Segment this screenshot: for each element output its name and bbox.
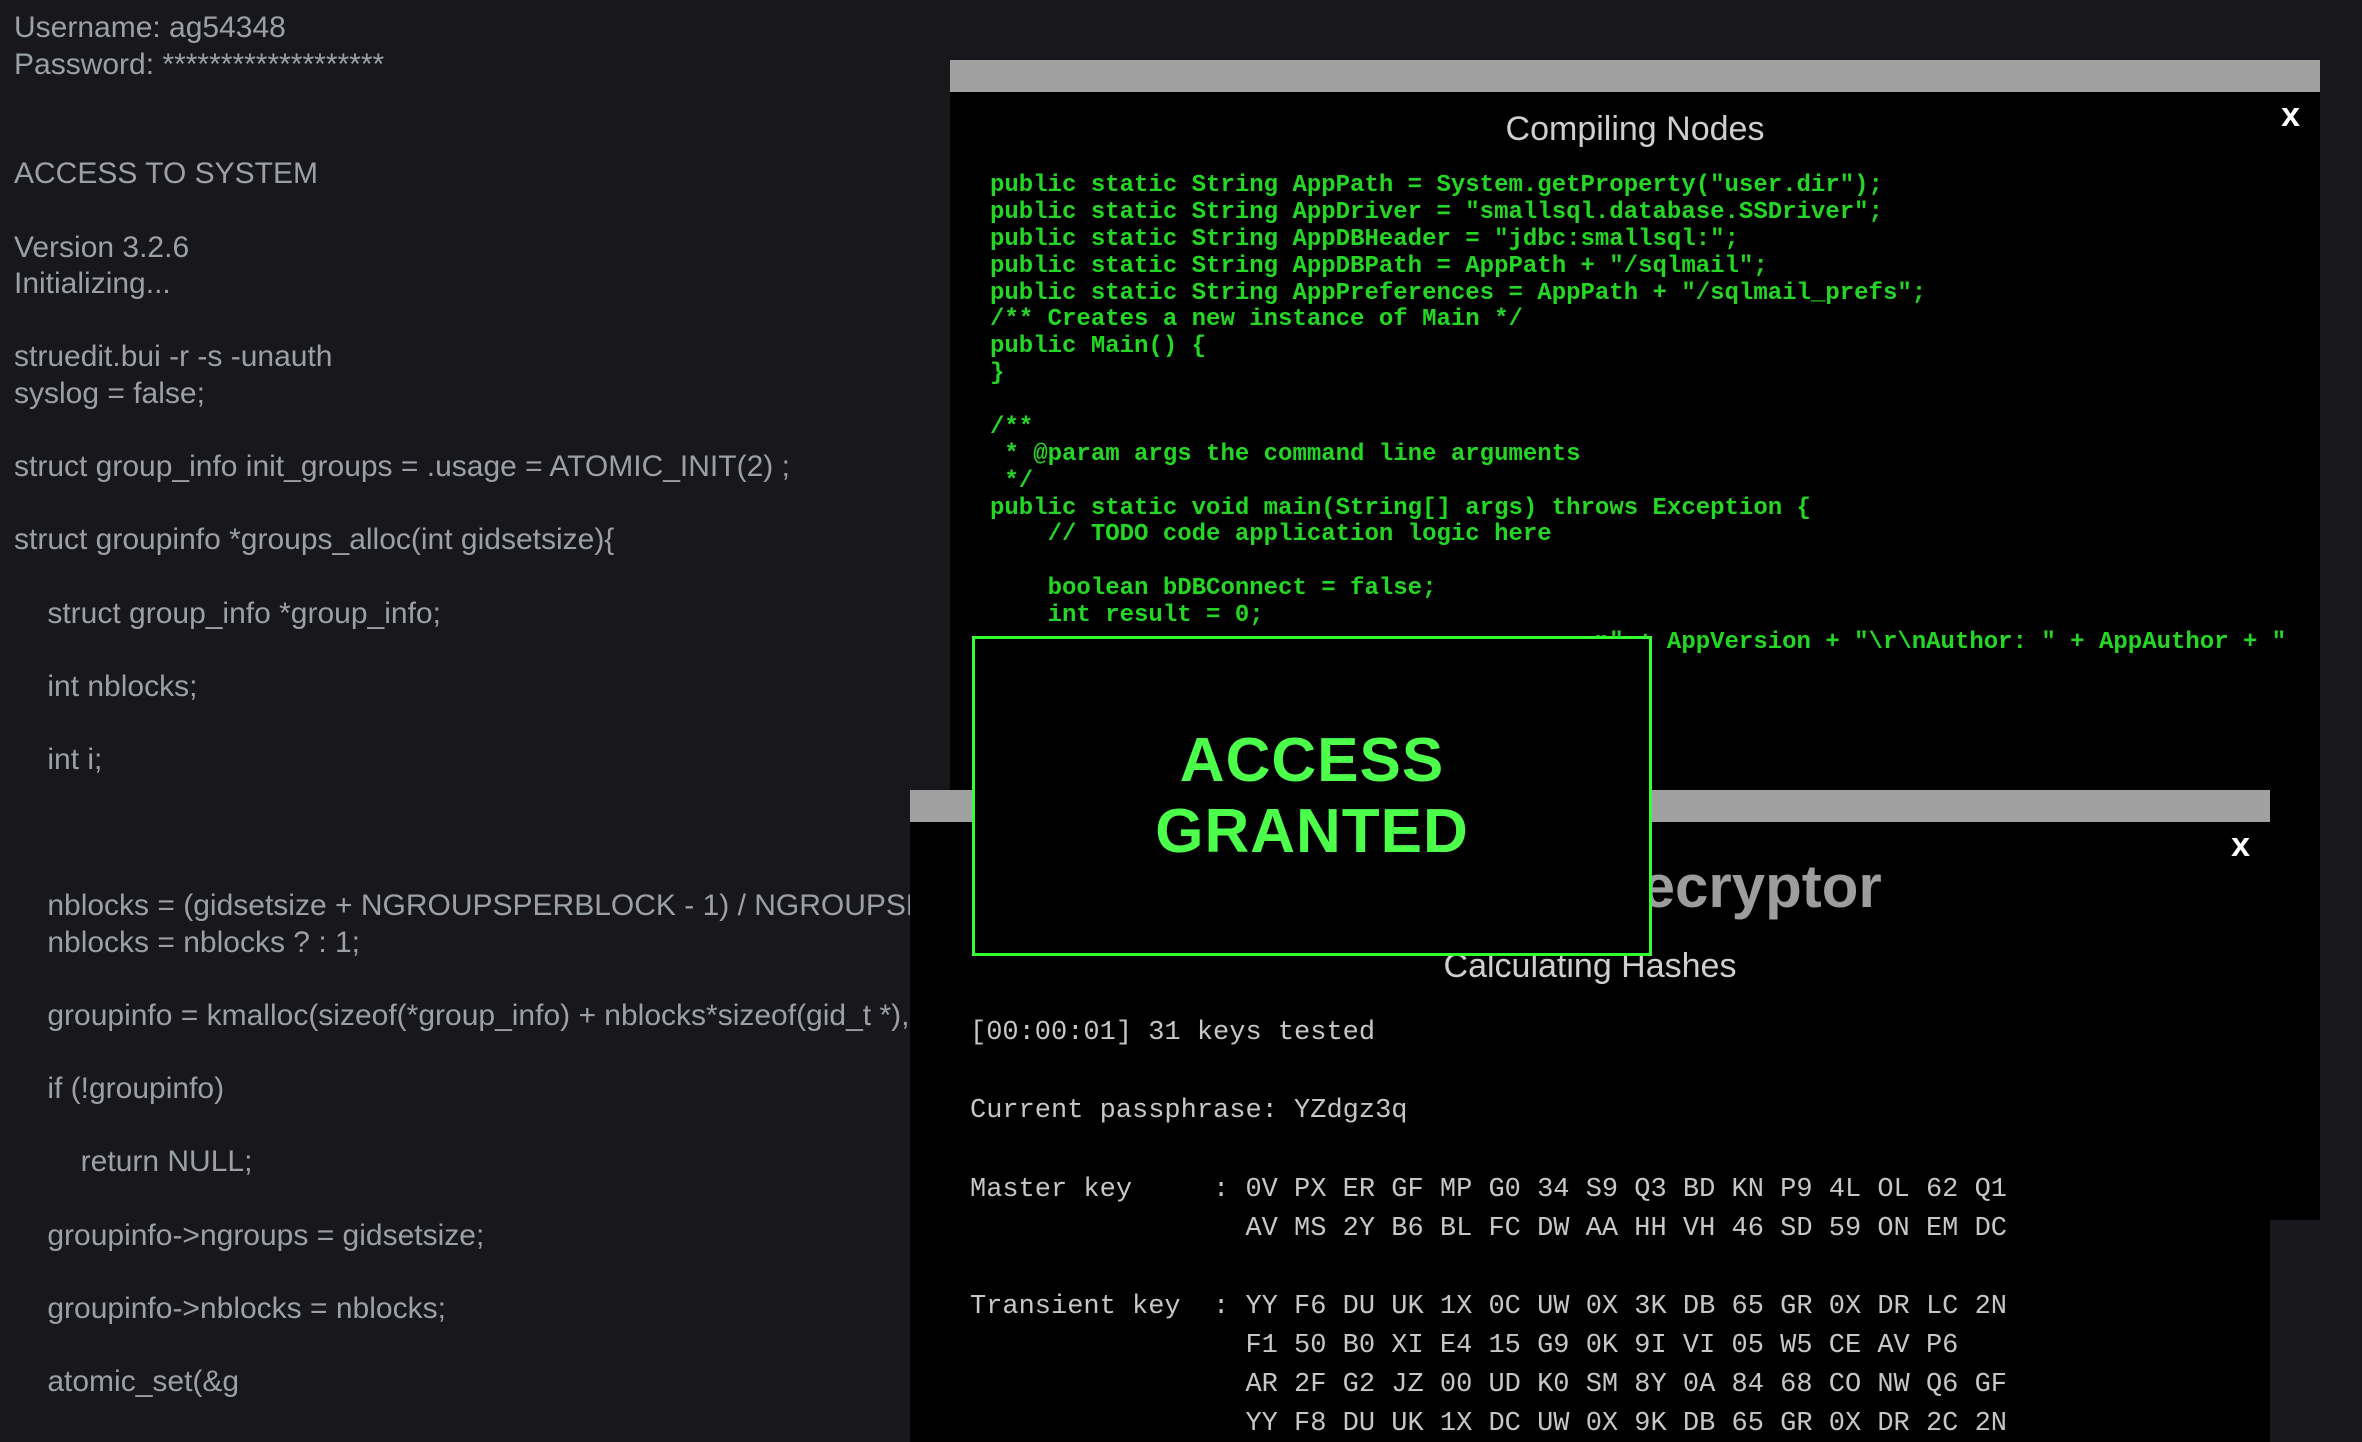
decrypt-output: [00:00:01] 31 keys tested Current passph… (910, 1006, 2270, 1442)
window-title: Compiling Nodes (950, 110, 2320, 149)
access-granted-text: ACCESS GRANTED (1155, 725, 1469, 868)
access-line1: ACCESS (1180, 726, 1444, 795)
close-icon[interactable]: x (2231, 828, 2250, 862)
access-granted-overlay: ACCESS GRANTED (972, 636, 1652, 956)
close-icon[interactable]: x (2281, 98, 2300, 132)
access-line2: GRANTED (1155, 797, 1469, 866)
code-output: public static String AppPath = System.ge… (950, 163, 2320, 657)
